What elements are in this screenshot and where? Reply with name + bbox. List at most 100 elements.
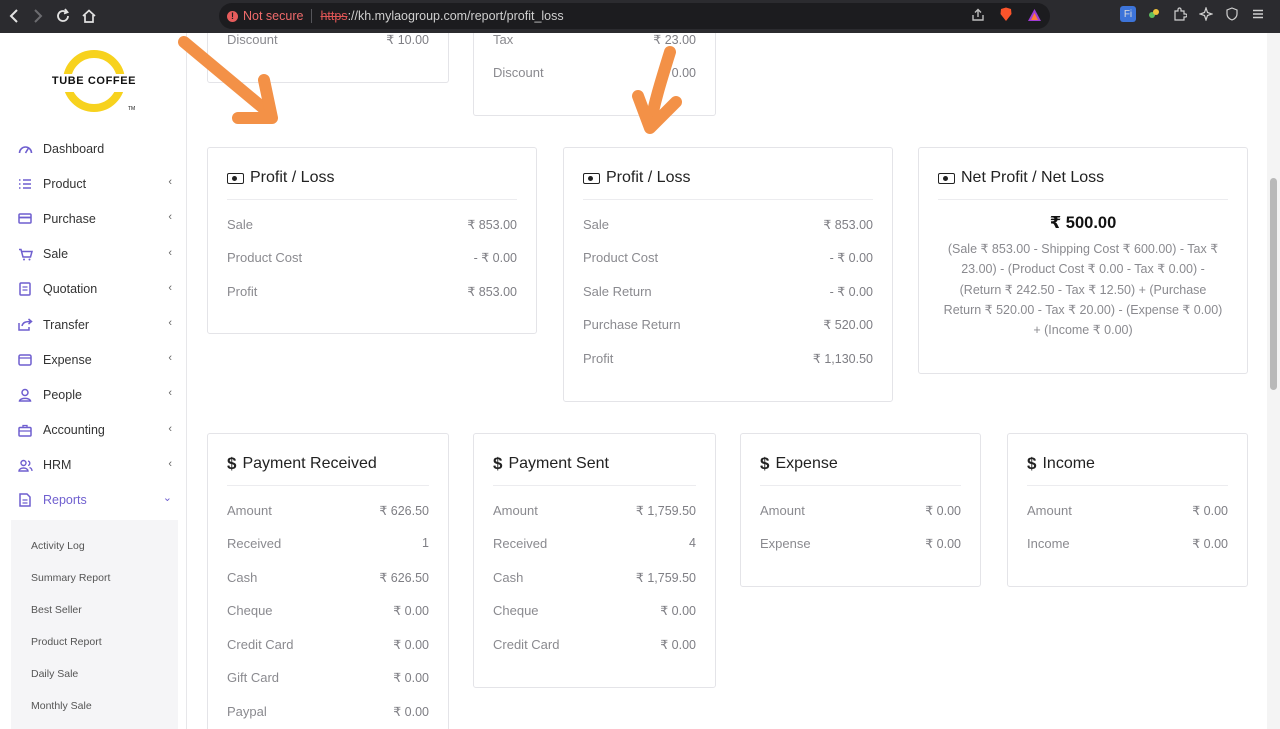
card-row: Expense ₹ 0.00 xyxy=(760,533,961,553)
vpn-shield-icon[interactable] xyxy=(1224,6,1240,22)
sidebar-item-reports[interactable]: Reports ⌄ xyxy=(0,483,186,518)
sidebar-item-label: Purchase xyxy=(43,211,96,226)
sidebar-item-product[interactable]: Product ‹ xyxy=(0,166,186,201)
row-value: ₹ 0.00 xyxy=(393,603,429,618)
card-title-text: Expense xyxy=(775,455,838,472)
tube-coffee-logo[interactable]: TUBE COFFEE TM xyxy=(50,50,138,114)
row-label: Amount xyxy=(760,502,805,518)
card-row: Received 1 xyxy=(227,533,429,553)
page-scrollbar[interactable] xyxy=(1267,33,1280,729)
submenu-item-daily-sale[interactable]: Daily Sale xyxy=(11,658,178,690)
row-value: ₹ 0.00 xyxy=(925,536,961,551)
annotation-arrow-icon xyxy=(178,36,278,124)
sidebar-item-quotation[interactable]: Quotation ‹ xyxy=(0,272,186,307)
brave-rewards-icon[interactable] xyxy=(1027,8,1042,27)
money-icon xyxy=(583,173,600,184)
address-bar[interactable]: ! Not secure https://kh.mylaogroup.com/r… xyxy=(219,3,1050,29)
submenu-item-activity-log[interactable]: Activity Log xyxy=(11,530,178,562)
submenu-item-product-report[interactable]: Product Report xyxy=(11,626,178,658)
extension-leaf-icon[interactable] xyxy=(1146,6,1162,22)
row-value: - ₹ 0.00 xyxy=(473,250,517,265)
row-label: Cheque xyxy=(227,602,273,618)
row-value: ₹ 0.00 xyxy=(393,704,429,719)
card-row: Amount ₹ 626.50 xyxy=(227,500,429,520)
payment-sent-card: $ Payment Sent Amount ₹ 1,759.50 Received… xyxy=(473,433,716,688)
sidebar-item-label: HRM xyxy=(43,458,72,473)
briefcase-icon xyxy=(17,422,33,438)
row-label: Gift Card xyxy=(227,669,280,685)
row-value: ₹ 0.00 xyxy=(1192,503,1228,518)
row-value: - ₹ 0.00 xyxy=(829,250,873,265)
card-title-text: Net Profit / Net Loss xyxy=(961,169,1105,186)
row-value: - ₹ 0.00 xyxy=(829,284,873,299)
dollar-icon: $ xyxy=(760,454,770,473)
chevron-left-icon: ‹ xyxy=(168,457,172,470)
sidebar-item-purchase[interactable]: Purchase ‹ xyxy=(0,201,186,236)
scrollbar-thumb[interactable] xyxy=(1270,178,1277,390)
sidebar-item-dashboard[interactable]: Dashboard xyxy=(0,131,186,166)
sidebar-item-hrm[interactable]: HRM ‹ xyxy=(0,448,186,483)
sidebar-item-accounting[interactable]: Accounting ‹ xyxy=(0,413,186,448)
extensions-puzzle-icon[interactable] xyxy=(1172,6,1188,22)
submenu-item-monthly-sale[interactable]: Monthly Sale xyxy=(11,690,178,722)
chevron-left-icon: ‹ xyxy=(168,176,172,189)
card-row: Amount ₹ 1,759.50 xyxy=(493,500,696,520)
brave-shield-icon[interactable] xyxy=(999,7,1013,27)
chevron-left-icon: ‹ xyxy=(168,387,172,400)
sidebar: TUBE COFFEE TM Dashboard Product ‹ Purch… xyxy=(0,33,187,729)
sidebar-item-label: Transfer xyxy=(43,317,90,332)
row-label: Profit xyxy=(583,350,614,366)
card-row: Product Cost - ₹ 0.00 xyxy=(227,247,517,267)
expense-card: $ Expense Amount ₹ 0.00 Expense ₹ 0.00 xyxy=(740,433,981,587)
submenu-item-best-seller[interactable]: Best Seller xyxy=(11,594,178,626)
sidebar-item-expense[interactable]: Expense ‹ xyxy=(0,342,186,377)
sidebar-item-label: Dashboard xyxy=(43,141,105,156)
card-title: Profit / Loss xyxy=(583,169,873,200)
row-label: Product Cost xyxy=(227,249,303,265)
row-label: Amount xyxy=(227,502,272,518)
row-value: ₹ 853.00 xyxy=(467,217,517,232)
row-label: Paypal xyxy=(227,703,267,719)
forward-icon[interactable] xyxy=(26,4,50,28)
share-box-icon xyxy=(17,317,33,333)
security-label[interactable]: Not secure xyxy=(243,9,303,23)
sidebar-item-label: Sale xyxy=(43,247,69,262)
menu-icon[interactable] xyxy=(1250,6,1266,22)
card-icon xyxy=(17,211,33,227)
sidebar-item-sale[interactable]: Sale ‹ xyxy=(0,237,186,272)
sidebar-item-label: Expense xyxy=(43,352,92,367)
row-value: ₹ 1,130.50 xyxy=(812,351,873,366)
back-icon[interactable] xyxy=(2,4,26,28)
reload-icon[interactable] xyxy=(51,4,75,28)
row-label: Expense xyxy=(760,535,811,551)
row-label: Cash xyxy=(227,569,258,585)
home-icon[interactable] xyxy=(77,4,101,28)
chevron-left-icon: ‹ xyxy=(168,281,172,294)
card-row: Cash ₹ 1,759.50 xyxy=(493,567,696,587)
card-row: Amount ₹ 0.00 xyxy=(760,500,961,520)
extension-fi-icon[interactable]: Fi xyxy=(1120,6,1136,22)
card-title-text: Profit / Loss xyxy=(606,169,691,186)
sidebar-item-label: Reports xyxy=(43,493,87,508)
sidebar-item-transfer[interactable]: Transfer ‹ xyxy=(0,307,186,342)
sidebar-item-label: People xyxy=(43,387,82,402)
card-row: Sale ₹ 853.00 xyxy=(227,214,517,234)
url-text[interactable]: https://kh.mylaogroup.com/report/profit_… xyxy=(320,9,563,23)
wallet-icon xyxy=(17,352,33,368)
sidebar-item-people[interactable]: People ‹ xyxy=(0,377,186,412)
row-value: ₹ 853.00 xyxy=(823,217,873,232)
chevron-left-icon: ‹ xyxy=(168,316,172,329)
reports-submenu: Activity Log Summary Report Best Seller … xyxy=(11,520,178,729)
row-label: Sale xyxy=(227,216,254,232)
card-title-text: Payment Sent xyxy=(508,455,609,472)
dashboard-gauge-icon xyxy=(17,141,33,157)
logo-text: TUBE COFFEE xyxy=(51,75,137,87)
chevron-down-icon: ⌄ xyxy=(162,491,172,504)
warning-icon: ! xyxy=(227,10,238,22)
row-value: ₹ 0.00 xyxy=(393,670,429,685)
submenu-item-summary-report[interactable]: Summary Report xyxy=(11,562,178,594)
ai-sparkle-icon[interactable] xyxy=(1198,6,1214,22)
row-value: ₹ 520.00 xyxy=(823,317,873,332)
share-icon[interactable] xyxy=(971,8,985,27)
chevron-left-icon: ‹ xyxy=(168,211,172,224)
